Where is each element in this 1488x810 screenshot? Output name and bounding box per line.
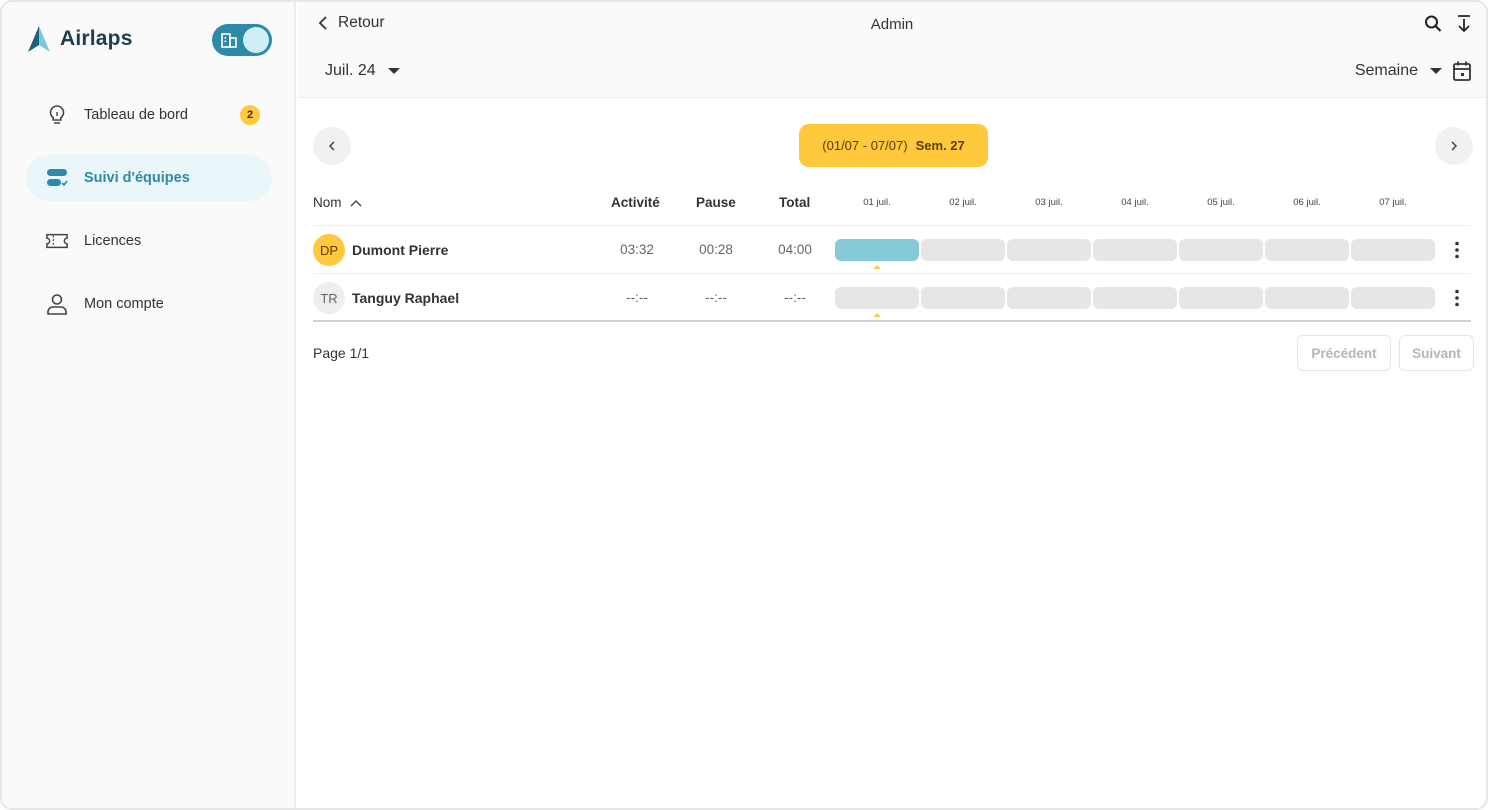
table-row[interactable]: DP Dumont Pierre 03:32 00:28 04:00 <box>313 226 1471 274</box>
sidebar-item-team-tracking[interactable]: Suivi d'équipes <box>26 155 272 201</box>
user-icon <box>46 293 68 315</box>
caret-down-icon <box>387 68 400 74</box>
day-bar[interactable] <box>1007 287 1091 309</box>
month-selector[interactable]: Juil. 24 <box>325 62 400 80</box>
day-bar[interactable] <box>1179 287 1263 309</box>
mode-toggle[interactable] <box>212 24 272 56</box>
previous-page-button[interactable]: Précédent <box>1297 335 1391 371</box>
day-header: 07 juil. <box>1379 197 1407 208</box>
ticket-icon <box>46 230 68 252</box>
day-header: 04 juil. <box>1121 197 1149 208</box>
team-tracking-icon <box>46 167 68 189</box>
more-options-icon[interactable] <box>1455 289 1459 307</box>
sidebar-item-label: Mon compte <box>84 296 164 312</box>
today-marker <box>873 313 881 317</box>
day-bar[interactable] <box>1265 239 1349 261</box>
sidebar: Airlaps Tableau de bord 2 Suivi d'équipe… <box>2 2 296 808</box>
download-icon[interactable] <box>1456 14 1472 34</box>
table-row[interactable]: TR Tanguy Raphael --:-- --:-- --:-- <box>313 274 1471 322</box>
pause-value: --:-- <box>705 290 727 305</box>
sidebar-item-label: Tableau de bord <box>84 107 188 123</box>
day-bar[interactable] <box>835 287 919 309</box>
day-header: 02 juil. <box>949 197 977 208</box>
day-bar[interactable] <box>1179 239 1263 261</box>
sidebar-item-label: Suivi d'équipes <box>84 170 190 186</box>
more-options-icon[interactable] <box>1455 241 1459 259</box>
person-name: Dumont Pierre <box>352 242 449 258</box>
main-content: Retour Admin Juil. 24 Semaine (01/07 - 0… <box>298 2 1486 808</box>
search-icon[interactable] <box>1424 14 1442 34</box>
app-window: Airlaps Tableau de bord 2 Suivi d'équipe… <box>0 0 1488 810</box>
notification-badge: 2 <box>240 105 260 125</box>
avatar: DP <box>313 234 345 266</box>
prev-week-button[interactable] <box>313 127 351 165</box>
building-icon <box>221 33 237 48</box>
table-header: Nom Activité Pause Total 01 juil. 02 jui… <box>313 180 1471 226</box>
sidebar-item-licences[interactable]: Licences <box>26 218 272 264</box>
day-bar[interactable] <box>921 239 1005 261</box>
activity-value: --:-- <box>626 290 648 305</box>
total-value: 04:00 <box>778 242 812 257</box>
chevron-left-icon <box>328 141 335 151</box>
lightbulb-icon <box>46 104 68 126</box>
top-actions <box>1424 14 1472 34</box>
page-info: Page 1/1 <box>313 345 370 361</box>
column-header-name[interactable]: Nom <box>313 195 362 210</box>
calendar-icon[interactable] <box>1452 60 1472 82</box>
airlaps-logo-icon <box>28 26 50 52</box>
next-week-button[interactable] <box>1435 127 1473 165</box>
sidebar-item-account[interactable]: Mon compte <box>26 281 272 327</box>
column-label: Nom <box>313 195 342 210</box>
day-header: 06 juil. <box>1293 197 1321 208</box>
top-bar: Retour Admin Juil. 24 Semaine <box>298 2 1486 98</box>
avatar: TR <box>313 282 345 314</box>
week-number: Sem. 27 <box>915 138 965 153</box>
day-bar[interactable] <box>1093 287 1177 309</box>
today-marker <box>873 265 881 269</box>
view-value: Semaine <box>1354 62 1418 79</box>
week-range: (01/07 - 07/07) <box>822 138 908 153</box>
caret-down-icon <box>1430 68 1442 74</box>
pause-value: 00:28 <box>699 242 733 257</box>
day-bar[interactable] <box>1093 239 1177 261</box>
page-title: Admin <box>870 16 914 33</box>
sidebar-nav: Tableau de bord 2 Suivi d'équipes Licenc… <box>26 92 272 344</box>
week-indicator: (01/07 - 07/07) Sem. 27 <box>799 124 988 167</box>
day-bar[interactable] <box>1265 287 1349 309</box>
day-bar[interactable] <box>1007 239 1091 261</box>
column-header-activity: Activité <box>611 195 660 210</box>
toggle-knob <box>243 27 269 53</box>
app-name: Airlaps <box>60 27 133 50</box>
app-logo: Airlaps <box>24 24 133 54</box>
person-name: Tanguy Raphael <box>352 290 460 306</box>
total-value: --:-- <box>784 290 806 305</box>
next-page-button[interactable]: Suivant <box>1399 335 1474 371</box>
day-header: 05 juil. <box>1207 197 1235 208</box>
day-bar[interactable] <box>835 239 919 261</box>
sort-ascending-icon <box>350 199 362 206</box>
activity-value: 03:32 <box>620 242 654 257</box>
day-bar[interactable] <box>921 287 1005 309</box>
chevron-right-icon <box>1451 141 1458 151</box>
day-bar[interactable] <box>1351 239 1435 261</box>
day-header: 03 juil. <box>1035 197 1063 208</box>
sidebar-item-label: Licences <box>84 233 142 249</box>
day-bar[interactable] <box>1351 287 1435 309</box>
view-selector[interactable]: Semaine <box>1355 62 1442 80</box>
month-value: Juil. 24 <box>325 62 376 79</box>
day-header: 01 juil. <box>863 197 891 208</box>
column-header-pause: Pause <box>696 195 736 210</box>
column-header-total: Total <box>779 195 811 210</box>
sidebar-item-dashboard[interactable]: Tableau de bord 2 <box>26 92 272 138</box>
